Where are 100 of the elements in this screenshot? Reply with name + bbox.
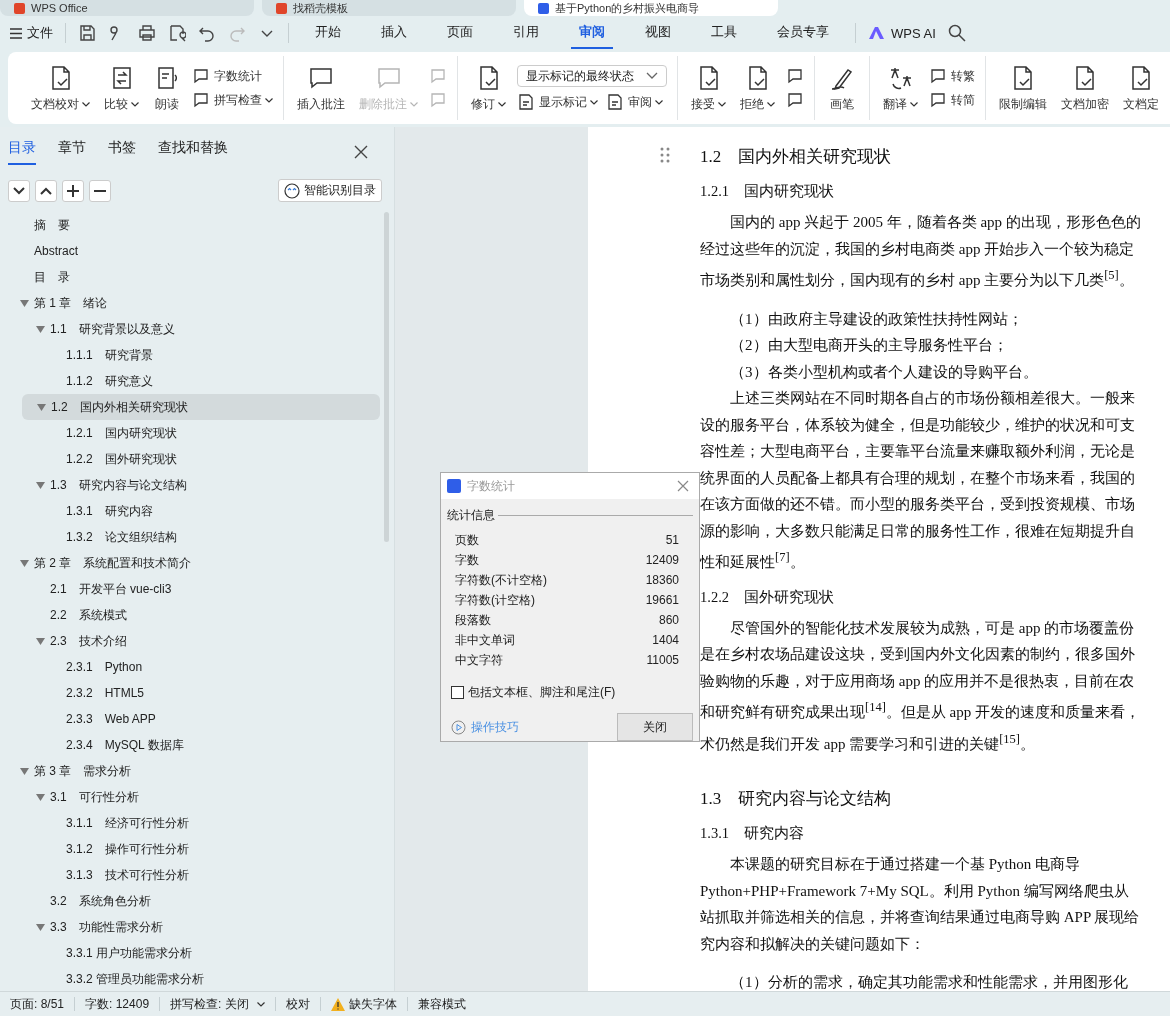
ribbon-tab[interactable]: 插入 (373, 17, 415, 49)
ribbon-tab[interactable]: 开始 (307, 17, 349, 49)
status-item[interactable]: 缺失字体 (348, 995, 397, 1013)
toc-item[interactable]: 3.3.2 管理员功能需求分析 (0, 966, 380, 991)
tree-toggle-icon[interactable] (36, 636, 45, 646)
toc-item[interactable]: 3.3.1 用户功能需求分析 (0, 940, 380, 966)
toc-item[interactable]: 1.3 研究内容与论文结构 (0, 472, 380, 498)
window-tab[interactable]: 基于Python的乡村振兴电商导 (524, 0, 778, 16)
remove-button[interactable] (89, 179, 111, 202)
toc-item[interactable]: 2.2 系统模式 (0, 602, 380, 628)
stat-value: 1404 (652, 632, 679, 649)
save-icon[interactable] (78, 24, 96, 42)
comment-icon (192, 67, 210, 85)
tree-toggle-icon[interactable] (37, 402, 46, 412)
checkbox[interactable] (451, 686, 464, 699)
ai-button[interactable]: WPS AI (868, 25, 936, 41)
ribbon-tab[interactable]: 工具 (703, 17, 745, 49)
sidebar-tab[interactable]: 章节 (58, 139, 86, 165)
ribbon-button[interactable]: 接受 (688, 61, 729, 115)
collapse-button[interactable] (8, 179, 30, 202)
print-icon[interactable] (138, 24, 156, 42)
ribbon-tab[interactable]: 页面 (439, 17, 481, 49)
sidebar-tab[interactable]: 目录 (8, 139, 36, 165)
toc-item[interactable]: 摘 要 (0, 212, 380, 238)
tree-toggle-icon[interactable] (36, 480, 45, 490)
drag-handle-icon[interactable] (660, 147, 670, 163)
tree-toggle-icon[interactable] (20, 558, 29, 568)
smart-toc-button[interactable]: 智能识别目录 (278, 179, 382, 202)
sidebar-tab[interactable]: 查找和替换 (158, 139, 228, 165)
tree-toggle-icon[interactable] (20, 298, 29, 308)
stat-value: 18360 (645, 572, 679, 589)
toc-item[interactable]: 2.3.1 Python (0, 654, 380, 680)
close-icon[interactable] (354, 145, 368, 159)
toc-item[interactable]: 1.1 研究背景以及意义 (0, 316, 380, 342)
search-icon[interactable] (947, 24, 966, 42)
ribbon-button[interactable]: 插入批注 (294, 61, 348, 115)
toc-item[interactable]: 3.1.2 操作可行性分析 (0, 836, 380, 862)
toc-item[interactable]: 3.1.3 技术可行性分析 (0, 862, 380, 888)
file-menu-button[interactable]: 文件 (10, 24, 53, 42)
toc-item[interactable]: 3.1 可行性分析 (0, 784, 380, 810)
toc-item[interactable]: Abstract (0, 238, 380, 264)
toc-item[interactable]: 1.1.2 研究意义 (0, 368, 380, 394)
ribbon-button[interactable]: 比较 (101, 61, 142, 115)
tree-toggle-icon[interactable] (36, 324, 45, 334)
toc-item[interactable]: 第 3 章 需求分析 (0, 758, 380, 784)
window-tab[interactable]: WPS Office (0, 0, 254, 16)
ribbon-button[interactable]: 文档加密 (1058, 61, 1112, 115)
ribbon-tab[interactable]: 会员专享 (769, 17, 837, 49)
ribbon-tab[interactable]: 引用 (505, 17, 547, 49)
toc-item[interactable]: 第 2 章 系统配置和技术简介 (0, 550, 380, 576)
toc-item[interactable]: 1.2 国内外相关研究现状 (22, 394, 380, 420)
ribbon-small-button[interactable]: 转简 (929, 91, 975, 109)
ribbon-small-button[interactable]: 审阅 (606, 93, 663, 111)
tree-toggle-icon[interactable] (36, 922, 45, 932)
toc-item[interactable]: 目 录 (0, 264, 380, 290)
expand-button[interactable] (35, 179, 57, 202)
toc-item[interactable]: 第 1 章 绪论 (0, 290, 380, 316)
print-preview-icon[interactable] (168, 24, 186, 42)
ribbon-button[interactable]: 修订 (468, 61, 509, 115)
toc-item[interactable]: 2.3.2 HTML5 (0, 680, 380, 706)
ribbon-tab[interactable]: 视图 (637, 17, 679, 49)
comment-nav-button[interactable] (786, 67, 804, 85)
add-button[interactable] (62, 179, 84, 202)
ribbon-small-button[interactable]: 显示标记 (517, 93, 598, 111)
sidebar-tab[interactable]: 书签 (108, 139, 136, 165)
ribbon-button[interactable]: 拒绝 (737, 61, 778, 115)
toc-item[interactable]: 3.3 功能性需求分析 (0, 914, 380, 940)
paragraph-line: 术仍然是我们开发 app 需要学习和引进的关键$^{[15]}$。 (700, 730, 1036, 754)
comment-icon (429, 67, 447, 85)
toc-item[interactable]: 1.3.1 研究内容 (0, 498, 380, 524)
app-logo-icon (447, 479, 461, 493)
window-tab[interactable]: 找稻壳模板 (262, 0, 516, 16)
ribbon-small-button[interactable]: 字数统计 (192, 67, 273, 85)
ribbon-button[interactable]: 限制编辑 (996, 61, 1050, 115)
toc-item[interactable]: 1.2.1 国内研究现状 (0, 420, 380, 446)
ribbon-button[interactable]: 翻译 (880, 61, 921, 115)
ribbon-button[interactable]: 文档定 (1120, 61, 1162, 115)
ribbon-button[interactable]: 画笔 (825, 61, 859, 115)
toc-item[interactable]: 1.2.2 国外研究现状 (0, 446, 380, 472)
spell-check-dropdown[interactable]: 拼写检查: 关闭 (170, 995, 265, 1013)
ribbon-small-button[interactable]: 拼写检查 (192, 91, 273, 109)
ribbon-small-button[interactable]: 转繁 (929, 67, 975, 85)
toc-item[interactable]: 1.1.1 研究背景 (0, 342, 380, 368)
tree-toggle-icon[interactable] (20, 766, 29, 776)
ribbon-button[interactable]: 朗读 (150, 61, 184, 115)
close-button[interactable]: 关闭 (617, 713, 693, 741)
toc-item[interactable]: 1.3.2 论文组织结构 (0, 524, 380, 550)
toc-item[interactable]: 2.3.3 Web APP (0, 706, 380, 732)
ribbon-button[interactable]: 文档校对 (28, 61, 93, 115)
ribbon-tab[interactable]: 审阅 (571, 17, 613, 49)
tree-toggle-icon[interactable] (36, 792, 45, 802)
comment-nav-button[interactable] (786, 91, 804, 109)
toc-item[interactable]: 2.3 技术介绍 (0, 628, 380, 654)
toc-item[interactable]: 2.3.4 MySQL 数据库 (0, 732, 380, 758)
stat-label: 非中文单词 (455, 632, 515, 649)
close-icon[interactable] (677, 480, 689, 492)
markup-select[interactable]: 显示标记的最终状态 (517, 65, 667, 87)
toc-item[interactable]: 3.1.1 经济可行性分析 (0, 810, 380, 836)
toc-item[interactable]: 2.1 开发平台 vue-cli3 (0, 576, 380, 602)
toc-item[interactable]: 3.2 系统角色分析 (0, 888, 380, 914)
